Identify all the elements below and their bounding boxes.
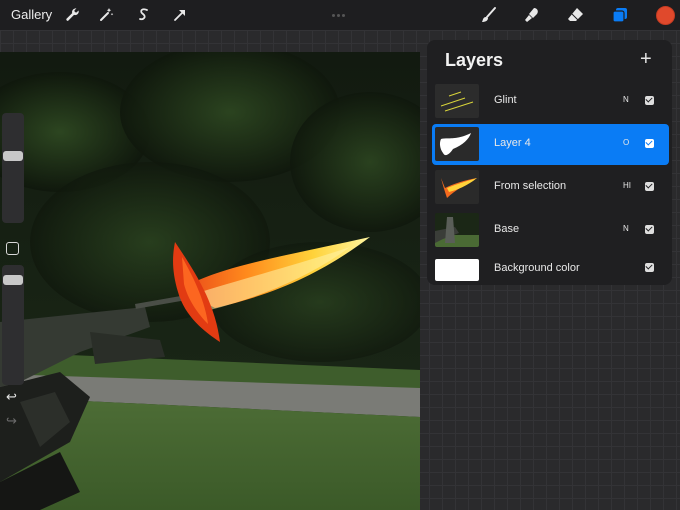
- visibility-checkbox[interactable]: [645, 139, 654, 148]
- layer-row-glint[interactable]: Glint N: [432, 81, 669, 122]
- layer-name: Glint: [494, 94, 517, 106]
- undo-icon[interactable]: ↩: [6, 389, 17, 405]
- modify-button[interactable]: [6, 242, 19, 255]
- layers-icon[interactable]: [610, 5, 630, 25]
- background-color-swatch: [435, 255, 479, 281]
- gallery-button[interactable]: Gallery: [11, 7, 52, 22]
- layer-name: From selection: [494, 180, 567, 192]
- toolbar-grabber: [332, 4, 348, 17]
- blend-mode-button[interactable]: O: [623, 138, 629, 147]
- blend-mode-button[interactable]: N: [623, 95, 629, 104]
- layer-row-background-color[interactable]: Background color: [432, 248, 669, 288]
- redo-icon[interactable]: ↪: [6, 413, 17, 429]
- left-sidebar: ↩ ↪: [0, 113, 26, 443]
- blend-mode-button[interactable]: HI: [623, 181, 631, 190]
- top-toolbar: Gallery: [0, 0, 680, 30]
- smudge-icon[interactable]: [522, 5, 542, 25]
- blend-mode-button[interactable]: N: [623, 224, 629, 233]
- layer-thumbnail: [435, 127, 479, 161]
- brush-icon[interactable]: [479, 5, 499, 25]
- layer-thumbnail: [435, 170, 479, 204]
- layer-name: Base: [494, 223, 520, 235]
- layer-name: Background color: [494, 262, 580, 274]
- transform-arrow-icon[interactable]: [170, 5, 190, 25]
- visibility-checkbox[interactable]: [645, 225, 654, 234]
- wrench-icon[interactable]: [62, 5, 82, 25]
- layer-thumbnail: [435, 84, 479, 118]
- layer-name: Layer 4: [494, 137, 531, 149]
- color-swatch[interactable]: [656, 6, 675, 25]
- add-layer-button[interactable]: +: [640, 49, 652, 69]
- layer-row-from-selection[interactable]: From selection HI: [432, 167, 669, 208]
- opacity-thumb[interactable]: [3, 275, 23, 285]
- layers-panel: Layers + Glint N Layer 4 O From selectio…: [427, 40, 672, 285]
- layer-row-base[interactable]: Base N: [432, 210, 669, 251]
- drawing-canvas[interactable]: [0, 52, 420, 510]
- magic-wand-icon[interactable]: [96, 5, 116, 25]
- brush-size-thumb[interactable]: [3, 151, 23, 161]
- brush-size-slider[interactable]: [2, 113, 24, 223]
- visibility-checkbox[interactable]: [645, 182, 654, 191]
- visibility-checkbox[interactable]: [645, 96, 654, 105]
- layers-panel-title: Layers: [445, 50, 504, 70]
- eraser-icon[interactable]: [566, 5, 586, 25]
- layer-row-layer-4[interactable]: Layer 4 O: [432, 124, 669, 165]
- visibility-checkbox[interactable]: [645, 263, 654, 272]
- layer-thumbnail: [435, 213, 479, 247]
- selection-icon[interactable]: [134, 5, 154, 25]
